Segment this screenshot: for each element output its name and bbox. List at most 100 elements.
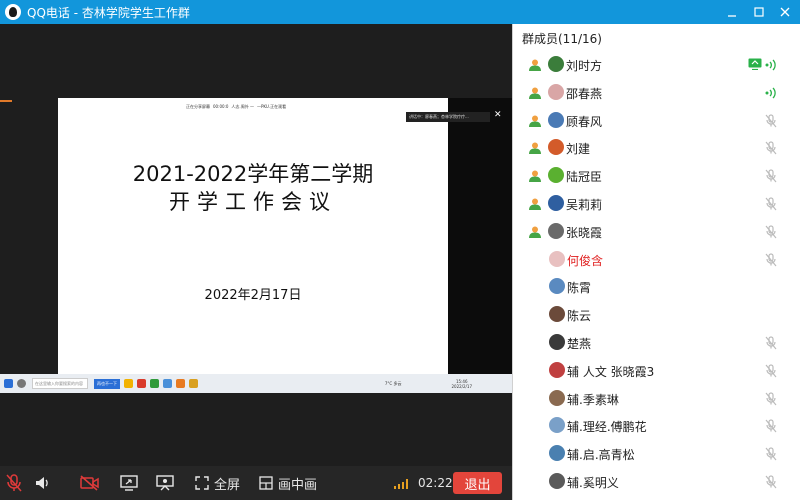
mic-muted-icon[interactable]	[764, 474, 778, 490]
app-icon	[176, 379, 185, 388]
member-name: 吴莉莉	[566, 198, 603, 212]
speaking-icon	[765, 59, 776, 71]
member-row[interactable]: 吴莉莉	[513, 190, 800, 218]
speaker-label: 讲话中：廖春燕；杏林学院疗疗...	[409, 114, 469, 119]
member-row[interactable]: 辅.理经.傅鹏花	[513, 412, 800, 440]
member-count-header: 群成员(11/16)	[522, 32, 602, 46]
member-name: 辅 人文 张晓霞3	[567, 364, 655, 379]
avatar	[548, 111, 564, 128]
mic-muted-icon[interactable]	[764, 335, 778, 351]
app-icon	[150, 379, 159, 388]
mic-muted-icon[interactable]	[764, 252, 778, 268]
mic-muted-icon[interactable]	[764, 140, 778, 156]
mic-muted-icon[interactable]	[764, 113, 778, 129]
avatar	[549, 250, 565, 267]
mic-muted-icon[interactable]	[764, 168, 778, 184]
speaker-icon[interactable]	[35, 474, 51, 492]
user-icon	[529, 198, 541, 210]
slide-title-line1: 2021-2022学年第二学期	[132, 162, 374, 186]
member-name: 陈云	[567, 309, 592, 324]
speaker-indicator: 讲话中：廖春燕；杏林学院疗疗...	[406, 112, 490, 122]
member-row[interactable]: 刘时方	[513, 51, 800, 79]
member-name: 刘建	[566, 142, 591, 157]
remote-search-box: 在这里输入你要搜索的内容	[32, 378, 88, 389]
share-screen-icon[interactable]	[120, 474, 138, 492]
app-icon	[137, 379, 146, 388]
avatar	[548, 83, 564, 100]
member-name: 辅.季素琳	[567, 392, 619, 407]
close-icon[interactable]: ✕	[494, 110, 502, 120]
avatar	[549, 445, 565, 462]
avatar	[548, 222, 564, 239]
share-header-text: 正在分享屏幕	[186, 103, 210, 109]
fullscreen-button[interactable]: 全屏	[195, 474, 241, 493]
presentation-icon[interactable]	[156, 474, 174, 492]
remote-weather: 7°C 多云	[384, 380, 402, 386]
pip-label: 画中画	[278, 477, 318, 493]
member-row[interactable]: 顾春风	[513, 107, 800, 135]
member-name: 张晓霞	[566, 225, 603, 240]
member-row[interactable]: 辅.启.高青松	[513, 440, 800, 468]
mic-muted-icon[interactable]	[764, 418, 778, 434]
pip-button[interactable]: 画中画	[259, 474, 318, 493]
presentation-slide: 正在分享屏幕 00:00:0 人志.周外 — —PKU.正在观看 2021-20…	[58, 98, 448, 374]
avatar	[549, 334, 565, 350]
app-icon	[189, 379, 198, 388]
member-row[interactable]: 辅.奚明义	[513, 468, 800, 496]
member-row[interactable]: 辅.季素琳	[513, 385, 800, 413]
member-row[interactable]: 楚燕	[513, 329, 800, 357]
member-row[interactable]: 何俊含	[513, 246, 800, 274]
mic-muted-icon[interactable]	[764, 363, 778, 379]
member-row[interactable]: 陆冠臣	[513, 162, 800, 190]
folder-icon	[124, 379, 133, 388]
avatar	[549, 389, 565, 406]
share-header-text: —PKU.正在观看	[256, 103, 287, 109]
avatar	[548, 56, 564, 72]
member-row[interactable]: 张晓霞	[513, 218, 800, 246]
member-name: 辅.理经.傅鹏花	[567, 420, 647, 435]
member-panel: 群成员(11/16) 刘时方 邵春燕 顾春风刘建陆冠臣吴莉莉张晓霞何俊含陈霄陈云楚燕…	[512, 24, 800, 500]
slide-title-line2: 开学工作会议	[169, 190, 337, 214]
member-row[interactable]: 陈霄	[513, 273, 800, 301]
avatar	[549, 361, 565, 378]
exit-button[interactable]: 退出	[453, 472, 502, 494]
avatar	[548, 139, 564, 156]
user-icon	[529, 170, 541, 183]
windows-start-icon	[4, 379, 13, 388]
remote-clock-date: 2022/2/17	[451, 383, 472, 389]
mic-muted-icon[interactable]	[764, 196, 778, 212]
screen-sharing-icon	[748, 58, 762, 70]
search-icon	[17, 379, 26, 388]
mic-muted-icon[interactable]	[764, 224, 778, 240]
title-bar: QQ电话 - 杏林学院学生工作群	[0, 0, 800, 24]
member-row[interactable]: 邵春燕	[513, 79, 800, 107]
slide-date: 2022年2月17日	[204, 288, 302, 303]
member-name: 何俊含	[567, 253, 604, 268]
close-icon[interactable]	[772, 0, 798, 24]
mic-muted-icon[interactable]	[764, 446, 778, 462]
fullscreen-label: 全屏	[214, 477, 241, 493]
member-row[interactable]: 刘建	[513, 134, 800, 162]
qq-logo-icon	[5, 4, 21, 20]
minimize-icon[interactable]	[719, 0, 745, 24]
pip-icon	[259, 476, 273, 490]
member-row[interactable]: 辅 人文 张晓霞3	[513, 357, 800, 385]
user-icon	[529, 226, 541, 238]
avatar	[549, 473, 565, 489]
camera-off-icon[interactable]	[80, 474, 100, 492]
member-row[interactable]: 陈云	[513, 301, 800, 329]
share-header-text: 00:00:0	[213, 104, 229, 109]
screen-share-header: 正在分享屏幕 00:00:0 人志.周外 — —PKU.正在观看	[186, 102, 321, 111]
mic-muted-icon[interactable]	[6, 474, 22, 492]
maximize-icon[interactable]	[746, 0, 772, 24]
shared-screen-view[interactable]: 正在分享屏幕 00:00:0 人志.周外 — —PKU.正在观看 2021-20…	[0, 24, 512, 466]
avatar	[549, 417, 565, 434]
mic-muted-icon[interactable]	[764, 391, 778, 407]
shared-desktop: 正在分享屏幕 00:00:0 人志.周外 — —PKU.正在观看 2021-20…	[0, 98, 512, 418]
share-header-text: 人志.周外 —	[231, 103, 254, 109]
presenter-side-panel	[448, 98, 512, 374]
avatar	[549, 306, 565, 323]
member-name: 楚燕	[567, 337, 592, 351]
remote-taskbar: 在这里输入你要搜索的内容 再也不一下 7°C 多云 15:46 2022/2/1…	[0, 374, 512, 393]
app-icon	[163, 379, 172, 388]
